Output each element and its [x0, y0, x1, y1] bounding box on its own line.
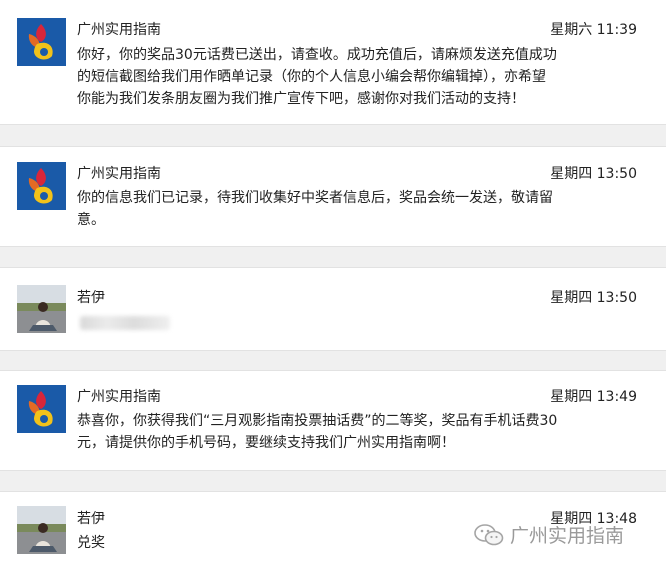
sunflower-logo-icon — [17, 162, 66, 210]
wechat-icon — [474, 523, 504, 545]
blurred-message-text — [80, 316, 170, 330]
sender-name: 广州实用指南 — [77, 389, 161, 405]
message-card[interactable]: 广州实用指南 星期四 13:50 你的信息我们已记录，待我们收集好中奖者信息后，… — [0, 146, 666, 247]
sender-name: 广州实用指南 — [77, 166, 161, 182]
message-time: 星期四 13:50 — [550, 290, 637, 306]
message-card[interactable]: 广州实用指南 星期六 11:39 你好，你的奖品30元话费已送出，请查收。成功充… — [0, 0, 666, 125]
logo-avatar[interactable] — [17, 18, 66, 66]
logo-avatar[interactable] — [17, 385, 66, 433]
message-text: 你好，你的奖品30元话费已送出，请查收。成功充值后，请麻烦发送充值成功的短信截图… — [77, 47, 557, 107]
message-text: 恭喜你，你获得我们“三月观影指南投票抽话费”的二等奖，奖品有手机话费30元，请提… — [77, 413, 558, 451]
photo-avatar[interactable] — [17, 506, 66, 554]
watermark-text: 广州实用指南 — [510, 525, 625, 547]
sunflower-logo-icon — [17, 18, 66, 66]
message-text: 你的信息我们已记录，待我们收集好中奖者信息后，奖品会统一发送，敬请留意。 — [77, 190, 553, 228]
message-time: 星期四 13:49 — [550, 389, 637, 405]
sunflower-logo-icon — [17, 385, 66, 433]
message-card[interactable]: 若伊 星期四 13:50 — [0, 267, 666, 351]
sender-name: 若伊 — [77, 511, 105, 527]
watermark: 广州实用指南 — [474, 521, 624, 548]
person-photo-icon — [17, 285, 66, 333]
person-photo-icon — [17, 506, 66, 554]
sender-name: 广州实用指南 — [77, 22, 161, 38]
message-time: 星期六 11:39 — [550, 22, 637, 38]
message-card[interactable]: 广州实用指南 星期四 13:49 恭喜你，你获得我们“三月观影指南投票抽话费”的… — [0, 370, 666, 471]
photo-avatar[interactable] — [17, 285, 66, 333]
sender-name: 若伊 — [77, 290, 105, 306]
message-time: 星期四 13:50 — [550, 166, 637, 182]
logo-avatar[interactable] — [17, 162, 66, 210]
